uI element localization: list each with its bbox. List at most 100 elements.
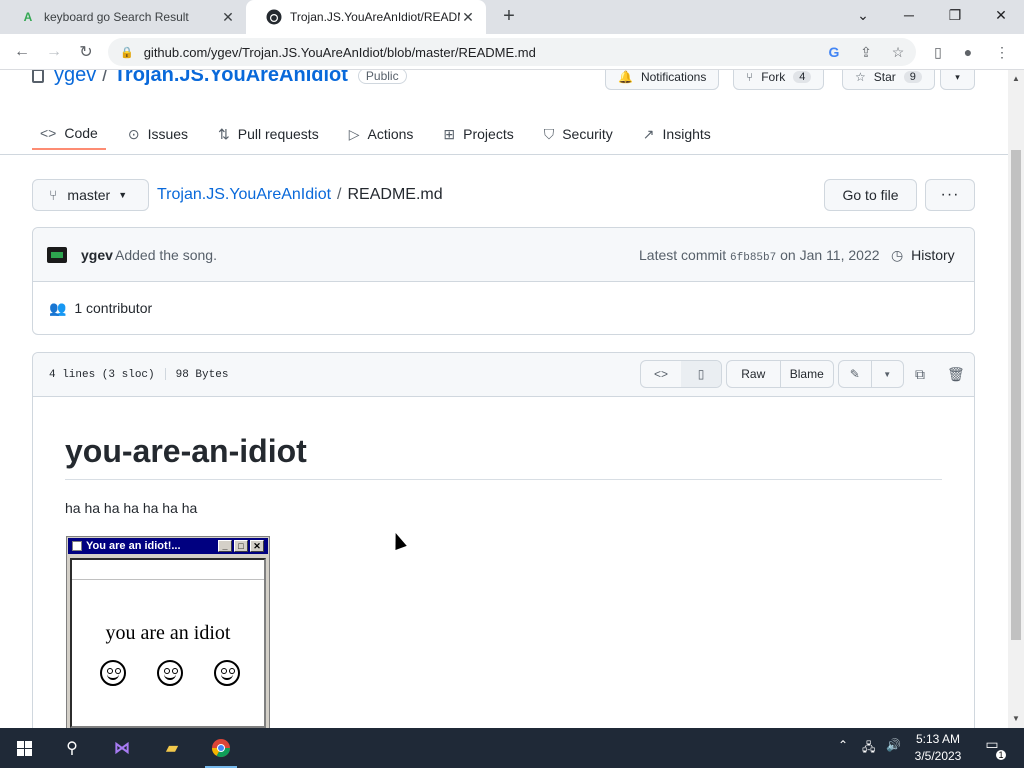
fork-button[interactable]: ⑂ Fork 4: [733, 70, 825, 90]
history-link[interactable]: ◷ History: [891, 247, 955, 264]
tab-close-icon[interactable]: ✕: [460, 9, 476, 26]
chevron-up-icon[interactable]: ⌃: [838, 738, 848, 752]
tab-projects-label: Projects: [463, 126, 514, 142]
star-dropdown-button[interactable]: ▾: [940, 70, 975, 90]
tab-close-icon[interactable]: ✕: [220, 9, 236, 26]
more-options-button[interactable]: ···: [925, 179, 975, 211]
minimize-button[interactable]: ─: [886, 0, 932, 30]
github-page: ygev / Trojan.JS.YouAreAnIdiot Public 🔔 …: [0, 70, 1008, 728]
caret-down-icon[interactable]: ▼: [870, 361, 904, 387]
popup-title: You are an idiot!...: [86, 540, 181, 552]
popup-window-buttons: _ □ ✕: [216, 540, 264, 552]
play-icon: ▷: [348, 125, 360, 142]
commit-message[interactable]: Added the song.: [115, 247, 217, 263]
code-view-icon[interactable]: <>: [641, 361, 681, 387]
smiley-icon: [100, 660, 126, 686]
window-app-icon: [72, 541, 82, 551]
commit-author-link[interactable]: ygev: [81, 247, 113, 263]
forward-button[interactable]: →: [42, 40, 66, 64]
tab-actions-label: Actions: [367, 126, 414, 142]
go-to-file-button[interactable]: Go to file: [824, 179, 917, 211]
issue-icon: ⊙: [127, 125, 140, 142]
pencil-icon[interactable]: ✎: [839, 361, 871, 387]
notification-center-icon[interactable]: ▭ 1: [980, 736, 1006, 760]
latest-commit-row: ygev Added the song. Latest commit 6fb85…: [33, 228, 974, 282]
address-bar[interactable]: 🔒 github.com/ygev/Trojan.JS.YouAreAnIdio…: [108, 38, 916, 66]
repo-name-link[interactable]: Trojan.JS.YouAreAnIdiot: [114, 70, 348, 87]
breadcrumb-filename: README.md: [347, 186, 443, 203]
people-icon: 👥: [49, 300, 67, 316]
star-button[interactable]: ☆ Star 9: [842, 70, 935, 90]
avatar[interactable]: [47, 247, 67, 263]
start-button[interactable]: [0, 728, 48, 768]
trash-icon[interactable]: 🗑: [947, 366, 965, 383]
scroll-down-icon[interactable]: ▼: [1008, 712, 1024, 726]
tab-search-result[interactable]: A keyboard go Search Result ✕: [0, 0, 246, 34]
back-button[interactable]: ←: [10, 40, 34, 64]
branch-name: master: [67, 187, 111, 203]
tab-pulls-label: Pull requests: [237, 126, 319, 142]
raw-button[interactable]: Raw: [727, 361, 780, 387]
file-preview-icon[interactable]: ▯: [681, 361, 721, 387]
visibility-badge: Public: [357, 70, 407, 84]
visual-studio-icon[interactable]: ⋈: [98, 728, 146, 768]
caret-down-icon: ▼: [118, 190, 128, 200]
side-panel-icon[interactable]: ▯: [928, 42, 948, 62]
page-scrollbar[interactable]: ▲ ▼: [1008, 70, 1024, 728]
bookmark-star-icon[interactable]: ☆: [888, 42, 908, 62]
system-clock[interactable]: 5:13 AM 3/5/2023: [906, 731, 970, 765]
repo-owner-link[interactable]: ygev: [54, 70, 96, 87]
commit-sha-link[interactable]: 6fb85b7: [730, 252, 776, 264]
copy-icon[interactable]: ⧉: [915, 366, 925, 383]
file-header: 4 lines (3 sloc) 98 Bytes <> ▯ Raw Blame …: [33, 353, 974, 397]
tab-search-chevron-icon[interactable]: ⌄: [840, 0, 886, 30]
breadcrumb-separator: /: [337, 186, 342, 203]
lock-icon: 🔒: [120, 46, 134, 59]
new-tab-button[interactable]: +: [498, 5, 520, 27]
windows-taskbar: ⚲ ⋈ ▰ ⌃ 🖧 🔊 5:13 AM 3/5/2023 ▭ 1: [0, 728, 1024, 768]
network-icon[interactable]: 🖧: [862, 738, 875, 759]
contributors-link[interactable]: 👥 1 contributor: [49, 300, 152, 317]
star-count: 9: [903, 71, 922, 83]
minimize-icon: _: [218, 540, 232, 552]
maximize-icon: □: [234, 540, 248, 552]
chrome-icon[interactable]: [197, 728, 245, 768]
tab-projects[interactable]: ⊞ Projects: [435, 118, 521, 150]
popup-client-area: you are an idiot: [70, 558, 266, 728]
breadcrumb-repo-link[interactable]: Trojan.JS.YouAreAnIdiot: [157, 186, 331, 204]
menu-kebab-icon[interactable]: ⋮: [992, 42, 1012, 62]
tab-security[interactable]: ⛉ Security: [536, 118, 621, 150]
scroll-up-icon[interactable]: ▲: [1008, 72, 1024, 86]
search-favicon-icon: A: [23, 10, 33, 24]
tab-title: Trojan.JS.YouAreAnIdiot/README: [290, 10, 460, 24]
tab-actions[interactable]: ▷ Actions: [341, 118, 422, 150]
file-lines: 4 lines (3 sloc): [49, 368, 155, 381]
notifications-button[interactable]: 🔔 Notifications: [605, 70, 720, 90]
tab-code-label: Code: [64, 125, 98, 141]
restore-button[interactable]: ❐: [932, 0, 978, 30]
reload-button[interactable]: ↻: [74, 40, 98, 64]
google-icon[interactable]: G: [824, 42, 844, 62]
search-icon[interactable]: ⚲: [48, 728, 96, 768]
code-icon: <>: [40, 125, 57, 141]
tab-issues[interactable]: ⊙ Issues: [120, 118, 196, 150]
repo-path-separator: /: [102, 70, 108, 86]
close-window-button[interactable]: ✕: [978, 0, 1024, 30]
repo-header: ygev / Trojan.JS.YouAreAnIdiot Public: [32, 70, 407, 87]
view-toggle: <> ▯: [640, 360, 722, 388]
pull-request-icon: ⇅: [218, 125, 230, 142]
tab-github-readme[interactable]: Trojan.JS.YouAreAnIdiot/README ✕: [246, 0, 486, 34]
volume-icon[interactable]: 🔊: [886, 738, 901, 752]
file-explorer-icon[interactable]: ▰: [148, 728, 196, 768]
browser-tabstrip: A keyboard go Search Result ✕ Trojan.JS.…: [0, 0, 1024, 34]
address-url: github.com/ygev/Trojan.JS.YouAreAnIdiot/…: [143, 44, 536, 60]
profile-icon[interactable]: ●: [958, 42, 978, 62]
tab-pull-requests[interactable]: ⇅ Pull requests: [210, 118, 327, 150]
blame-button[interactable]: Blame: [779, 361, 834, 387]
share-icon[interactable]: ⇪: [856, 42, 876, 62]
tab-code[interactable]: <> Code: [32, 118, 106, 150]
tab-insights[interactable]: ↗ Insights: [635, 118, 719, 150]
branch-select-button[interactable]: ⑂ master ▼: [32, 179, 149, 211]
scrollbar-thumb[interactable]: [1011, 150, 1021, 640]
contributors-label: 1 contributor: [74, 300, 153, 316]
